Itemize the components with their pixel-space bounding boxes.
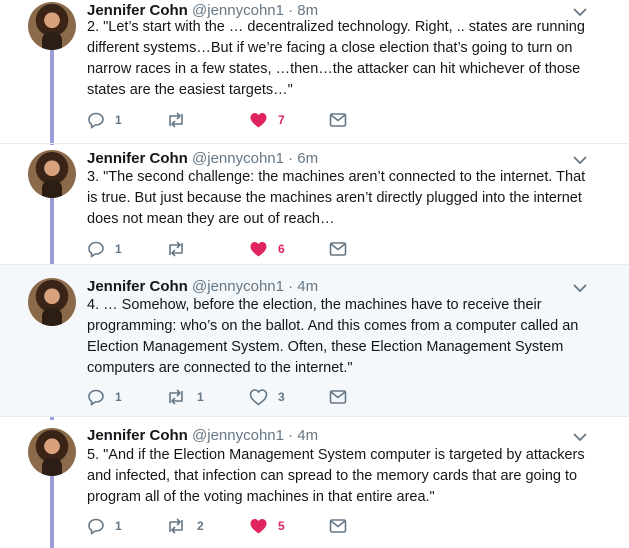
avatar[interactable] bbox=[28, 278, 76, 326]
reply-count: 1 bbox=[115, 242, 122, 256]
tweet[interactable]: Jennifer Cohn @jennycohn1 · 8m 2. "Let’s… bbox=[0, 0, 629, 143]
reply-icon bbox=[88, 518, 104, 535]
retweet-button[interactable]: 2 bbox=[165, 516, 204, 536]
heart-icon bbox=[250, 242, 267, 257]
dm-button[interactable] bbox=[329, 387, 347, 407]
retweet-button[interactable] bbox=[165, 239, 197, 259]
retweet-icon bbox=[169, 112, 183, 128]
tweet-header: Jennifer Cohn @jennycohn1 · 4m bbox=[87, 278, 318, 296]
like-button[interactable]: 5 bbox=[249, 516, 285, 536]
retweet-button[interactable] bbox=[165, 110, 197, 130]
author-name[interactable]: Jennifer Cohn bbox=[87, 150, 188, 167]
dm-icon bbox=[329, 242, 347, 256]
dm-icon bbox=[329, 519, 347, 533]
dm-button[interactable] bbox=[329, 516, 347, 536]
reply-button[interactable]: 1 bbox=[87, 110, 122, 130]
like-count: 5 bbox=[278, 519, 285, 533]
tweet-text: 3. "The second challenge: the machines a… bbox=[87, 169, 586, 227]
author-handle[interactable]: @jennycohn1 · 6m bbox=[192, 150, 318, 167]
like-button[interactable]: 3 bbox=[249, 387, 285, 407]
like-count: 7 bbox=[278, 113, 285, 127]
reply-icon bbox=[88, 241, 104, 258]
reply-button[interactable]: 1 bbox=[87, 387, 122, 407]
like-button[interactable]: 7 bbox=[249, 110, 285, 130]
reply-button[interactable]: 1 bbox=[87, 516, 122, 536]
reply-count: 1 bbox=[115, 390, 122, 404]
author-name[interactable]: Jennifer Cohn bbox=[87, 427, 188, 444]
tweet[interactable]: Jennifer Cohn @jennycohn1 · 6m 3. "The s… bbox=[0, 144, 629, 264]
tweet[interactable]: Jennifer Cohn @jennycohn1 · 4m 5. "And i… bbox=[0, 417, 629, 548]
author-handle[interactable]: @jennycohn1 · 4m bbox=[192, 427, 318, 444]
retweet-count: 1 bbox=[197, 390, 204, 404]
tweet-text: 5. "And if the Election Management Syste… bbox=[87, 447, 585, 505]
tweet-text: 4. … Somehow, before the election, the m… bbox=[87, 297, 579, 376]
tweet-header: Jennifer Cohn @jennycohn1 · 6m bbox=[87, 150, 318, 168]
avatar[interactable] bbox=[28, 428, 76, 476]
tweet-highlighted[interactable]: Jennifer Cohn @jennycohn1 · 4m 4. … Some… bbox=[0, 265, 629, 416]
reply-count: 1 bbox=[115, 519, 122, 533]
chevron-down-icon[interactable] bbox=[572, 282, 588, 294]
heart-outline-icon bbox=[249, 389, 268, 406]
retweet-count: 2 bbox=[197, 519, 204, 533]
tweet-text: 2. "Let’s start with the … decentralized… bbox=[87, 19, 585, 98]
author-name[interactable]: Jennifer Cohn bbox=[87, 278, 188, 295]
author-handle[interactable]: @jennycohn1 · 4m bbox=[192, 278, 318, 295]
reply-icon bbox=[88, 389, 104, 406]
like-count: 6 bbox=[278, 242, 285, 256]
heart-icon bbox=[250, 519, 267, 534]
avatar[interactable] bbox=[28, 2, 76, 50]
dm-button[interactable] bbox=[329, 110, 347, 130]
chevron-down-icon[interactable] bbox=[572, 154, 588, 166]
reply-button[interactable]: 1 bbox=[87, 239, 122, 259]
retweet-icon bbox=[169, 518, 183, 534]
like-button[interactable]: 6 bbox=[249, 239, 285, 259]
chevron-down-icon[interactable] bbox=[572, 431, 588, 443]
heart-icon bbox=[250, 113, 267, 128]
reply-icon bbox=[88, 112, 104, 129]
retweet-icon bbox=[169, 389, 183, 405]
retweet-icon bbox=[169, 241, 183, 257]
dm-icon bbox=[329, 113, 347, 127]
dm-button[interactable] bbox=[329, 239, 347, 259]
retweet-button[interactable]: 1 bbox=[165, 387, 204, 407]
avatar[interactable] bbox=[28, 150, 76, 198]
tweet-header: Jennifer Cohn @jennycohn1 · 4m bbox=[87, 427, 318, 445]
dm-icon bbox=[329, 390, 347, 404]
reply-count: 1 bbox=[115, 113, 122, 127]
like-count: 3 bbox=[278, 390, 285, 404]
